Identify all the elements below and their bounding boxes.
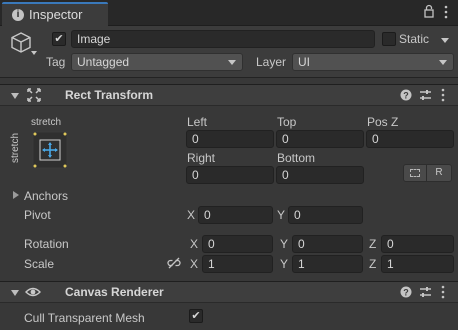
canvas-renderer-header[interactable]: Canvas Renderer ? — [0, 281, 458, 303]
gameobject-header: ✔ Image Static Tag Untagged Layer UI — [0, 26, 458, 78]
static-dropdown-arrow-icon[interactable] — [441, 38, 449, 43]
help-icon[interactable]: ? — [400, 89, 412, 104]
unlinked-scale-icon[interactable] — [167, 256, 181, 273]
info-icon: i — [12, 9, 24, 21]
posz-label: Pos Z — [367, 115, 399, 129]
rotation-z-field[interactable]: 0 — [381, 235, 454, 253]
rotation-x-label[interactable]: X — [190, 237, 198, 251]
scale-label: Scale — [24, 257, 55, 271]
tag-label: Tag — [46, 55, 66, 69]
blueprint-mode-button[interactable] — [403, 164, 427, 182]
foldout-arrow-icon[interactable] — [11, 93, 19, 99]
anchor-presets-button[interactable] — [32, 131, 68, 169]
icon-dropdown-arrow-icon[interactable] — [31, 51, 37, 55]
bottom-label: Bottom — [277, 151, 316, 165]
left-field[interactable]: 0 — [186, 130, 274, 148]
inspector-tab[interactable]: i Inspector — [2, 2, 108, 26]
presets-icon[interactable] — [419, 89, 432, 104]
kebab-menu-icon[interactable] — [441, 88, 445, 105]
inspector-tab-bar: i Inspector — [0, 0, 458, 26]
bottom-field[interactable]: 0 — [276, 166, 364, 184]
scale-z-label[interactable]: Z — [369, 257, 376, 271]
eye-icon — [25, 285, 41, 302]
scale-y-field[interactable]: 1 — [292, 255, 363, 273]
canvas-renderer-title: Canvas Renderer — [65, 285, 164, 299]
inspector-tab-label: Inspector — [29, 7, 83, 22]
layer-label: Layer — [256, 55, 287, 69]
tag-dropdown[interactable]: Untagged — [71, 53, 243, 71]
left-label: Left — [187, 115, 208, 129]
blueprint-icon — [410, 169, 420, 177]
kebab-menu-icon[interactable] — [441, 285, 445, 302]
static-checkbox[interactable] — [382, 32, 396, 46]
rect-transform-icon — [27, 88, 41, 105]
cull-transparent-mesh-label: Cull Transparent Mesh — [24, 311, 145, 325]
checkmark-icon: ✔ — [54, 33, 64, 45]
gameobject-name-field[interactable]: Image — [71, 30, 375, 48]
scale-z-field[interactable]: 1 — [381, 255, 454, 273]
rotation-x-field[interactable]: 0 — [202, 235, 273, 253]
rotation-label: Rotation — [24, 237, 69, 251]
gameobject-cube-icon — [10, 31, 32, 58]
right-field[interactable]: 0 — [186, 166, 274, 184]
presets-icon[interactable] — [419, 286, 432, 301]
pivot-x-field[interactable]: 0 — [198, 206, 273, 224]
layer-value: UI — [298, 55, 310, 69]
top-label: Top — [277, 115, 297, 129]
static-label: Static — [399, 32, 430, 46]
help-icon[interactable]: ? — [400, 286, 412, 301]
cull-transparent-mesh-checkbox[interactable]: ✔ — [189, 309, 203, 323]
anchor-preset-side-label: stretch — [10, 132, 21, 163]
scale-x-label[interactable]: X — [190, 257, 198, 271]
chevron-down-icon — [439, 60, 447, 65]
pivot-x-label[interactable]: X — [187, 208, 195, 222]
rotation-z-label[interactable]: Z — [369, 237, 376, 251]
scale-x-field[interactable]: 1 — [202, 255, 273, 273]
rotation-y-label[interactable]: Y — [280, 237, 288, 251]
pivot-y-field[interactable]: 0 — [288, 206, 363, 224]
svg-text:?: ? — [403, 288, 409, 298]
chevron-down-icon — [228, 60, 236, 65]
checkmark-icon: ✔ — [191, 310, 201, 322]
anchor-preset-top-label: stretch — [31, 117, 62, 128]
layer-dropdown[interactable]: UI — [292, 53, 454, 71]
top-field[interactable]: 0 — [276, 130, 364, 148]
active-toggle[interactable]: ✔ — [52, 32, 66, 46]
right-label: Right — [187, 151, 216, 165]
posz-field[interactable]: 0 — [366, 130, 454, 148]
foldout-arrow-icon[interactable] — [11, 290, 19, 296]
raw-edit-button[interactable]: R — [427, 164, 452, 182]
kebab-menu-icon[interactable] — [444, 5, 448, 22]
lock-icon[interactable] — [423, 4, 435, 21]
pivot-label: Pivot — [24, 208, 51, 222]
rect-transform-title: Rect Transform — [65, 88, 154, 102]
anchors-foldout-icon[interactable] — [13, 191, 19, 199]
scale-y-label[interactable]: Y — [280, 257, 288, 271]
rect-transform-header[interactable]: Rect Transform ? — [0, 84, 458, 106]
svg-text:?: ? — [403, 91, 409, 101]
tag-value: Untagged — [77, 55, 130, 69]
rotation-y-field[interactable]: 0 — [292, 235, 363, 253]
pivot-y-label[interactable]: Y — [277, 208, 285, 222]
anchors-label[interactable]: Anchors — [24, 189, 68, 203]
